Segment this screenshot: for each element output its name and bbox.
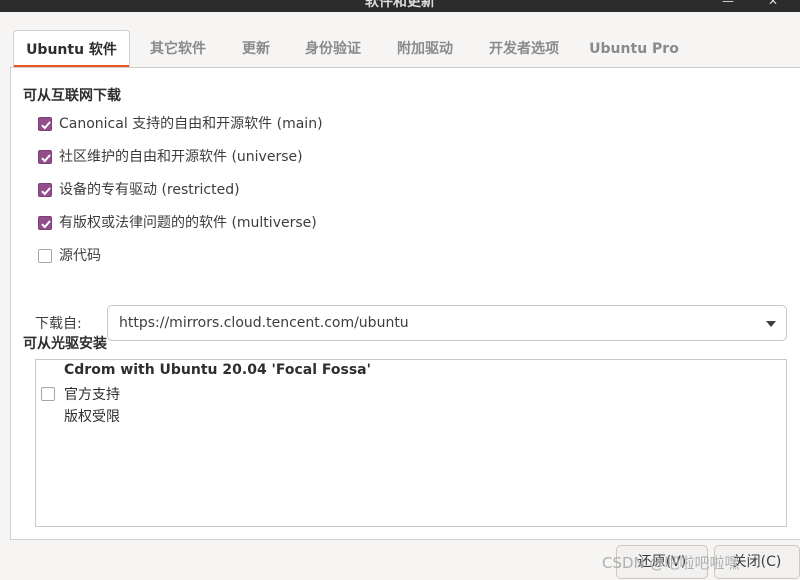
download-from-label: 下载自: (35, 316, 82, 332)
tab-additional-drivers[interactable]: 附加驱动 (386, 30, 464, 66)
software-updates-window: 软件和更新 — ✕ Ubuntu 软件 其它软件 更新 身份验证 附加驱动 开发… (0, 0, 800, 580)
source-main-label: Canonical 支持的自由和开源软件 (main) (59, 116, 323, 132)
cdrom-list-item[interactable]: Cdrom with Ubuntu 20.04 'Focal Fossa' 官方… (36, 360, 786, 430)
checkbox-checked-icon[interactable] (38, 150, 52, 164)
cdrom-item-title: Cdrom with Ubuntu 20.04 'Focal Fossa' (64, 362, 371, 378)
checkbox-checked-icon[interactable] (38, 183, 52, 197)
tab-other-software[interactable]: 其它软件 (138, 30, 218, 66)
title-bar[interactable]: 软件和更新 — ✕ (0, 0, 800, 12)
internet-heading: 可从互联网下载 (23, 88, 121, 104)
close-window-icon[interactable]: ✕ (768, 0, 778, 8)
cdrom-item-restriction: 版权受限 (64, 409, 120, 425)
ubuntu-software-page: 可从互联网下载 Canonical 支持的自由和开源软件 (main) 社区维护… (10, 67, 800, 540)
checkbox-unchecked-icon[interactable] (41, 387, 55, 401)
tab-bar: Ubuntu 软件 其它软件 更新 身份验证 附加驱动 开发者选项 Ubuntu… (10, 30, 800, 68)
cdrom-item-support: 官方支持 (64, 387, 120, 403)
checkbox-checked-icon[interactable] (38, 117, 52, 131)
checkbox-unchecked-icon[interactable] (38, 249, 52, 263)
minimize-icon[interactable]: — (722, 0, 734, 8)
tab-notebook: Ubuntu 软件 其它软件 更新 身份验证 附加驱动 开发者选项 Ubuntu… (10, 30, 800, 540)
download-server-dropdown[interactable]: https://mirrors.cloud.tencent.com/ubuntu (107, 305, 787, 341)
source-code-label: 源代码 (59, 248, 101, 264)
checkbox-checked-icon[interactable] (38, 216, 52, 230)
cdrom-list[interactable]: Cdrom with Ubuntu 20.04 'Focal Fossa' 官方… (35, 359, 787, 527)
source-restricted-label: 设备的专有驱动 (restricted) (59, 182, 240, 198)
tab-ubuntu-software[interactable]: Ubuntu 软件 (13, 30, 130, 68)
source-multiverse-label: 有版权或法律问题的的软件 (multiverse) (59, 215, 317, 231)
tab-authentication[interactable]: 身份验证 (294, 30, 372, 66)
dropdown-arrow-icon[interactable] (766, 321, 776, 327)
tab-developer-options[interactable]: 开发者选项 (478, 30, 570, 66)
csdn-watermark: CSDN @吧啦吧啦嘿 (602, 554, 740, 572)
tab-updates[interactable]: 更新 (234, 30, 278, 66)
download-server-value: https://mirrors.cloud.tencent.com/ubuntu (119, 315, 409, 331)
tab-ubuntu-pro[interactable]: Ubuntu Pro (586, 30, 682, 66)
cdrom-heading: 可从光驱安装 (23, 336, 107, 352)
source-universe-label: 社区维护的自由和开源软件 (universe) (59, 149, 303, 165)
window-title: 软件和更新 (365, 0, 435, 10)
